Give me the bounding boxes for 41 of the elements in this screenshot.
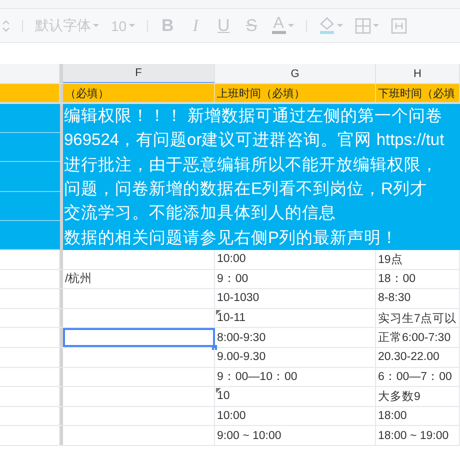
- caret-icon: [336, 24, 343, 27]
- table-cell: 10-1030: [215, 289, 376, 308]
- table-cell: 6：00—7：00: [376, 368, 460, 386]
- table-cell: 8-8:30: [376, 289, 460, 308]
- header-cell: 下班时间（必填: [376, 84, 460, 102]
- column-header[interactable]: F: [63, 64, 215, 83]
- table-cell: 9：00: [215, 270, 376, 288]
- header-cell: （必填）: [63, 84, 215, 102]
- table-cell: 18:00: [376, 406, 460, 426]
- caret-icon: [93, 24, 99, 27]
- header-cell: 上班时间（必填）: [215, 84, 376, 102]
- notice-text: 交流学习。不能添加具体到人的信息: [64, 203, 337, 224]
- column-header[interactable]: H: [376, 64, 460, 83]
- grid-icon: [354, 18, 371, 34]
- notice-text: 969524，有问题or建议可进群咨询。官网 https://tut: [64, 130, 446, 150]
- table-cell: 9:00 ~ 10:00: [215, 426, 376, 445]
- table-cell: 9：00—10：00: [215, 368, 376, 386]
- notice-text: 数据的相关问题请参见右侧P列的最新声明！: [64, 228, 400, 248]
- notice-text: 编辑权限！！！ 新增数据可通过左侧的第一个问卷: [64, 106, 444, 126]
- table-cell: 9.00-9.30: [215, 348, 376, 367]
- cell-text: 10-11: [217, 312, 246, 324]
- table-cell: 大多数9: [376, 387, 460, 406]
- table-cell: 19点: [376, 250, 460, 269]
- column-header[interactable]: G: [215, 64, 376, 83]
- table-cell: 10:00: [215, 406, 376, 426]
- selected-cell[interactable]: [63, 328, 215, 347]
- notice-text: 进行批注，由于恶意编辑所以不能开放编辑权限，: [64, 154, 439, 175]
- caret-icon: [128, 24, 135, 27]
- table-cell: /杭州: [63, 270, 215, 288]
- table-cell: 18:00 ~ 19:00: [376, 426, 460, 445]
- table-cell: 18：00: [376, 270, 460, 288]
- table-cell: 正常6:00-7:30: [376, 328, 460, 347]
- table-cell: 10:00: [215, 250, 376, 269]
- table-cell: 实习生7点可以: [376, 308, 460, 328]
- cell-text: 10: [217, 390, 230, 402]
- table-cell: 20.30-22.00: [376, 348, 460, 367]
- caret-icon: [288, 24, 294, 27]
- paint-bucket-icon: [318, 17, 335, 34]
- table-cell: 8:00-9:30: [215, 328, 376, 347]
- caret-icon: [372, 24, 379, 27]
- notice-text: 问题，问卷新增的数据在E列看不到岗位，R列才: [64, 179, 428, 200]
